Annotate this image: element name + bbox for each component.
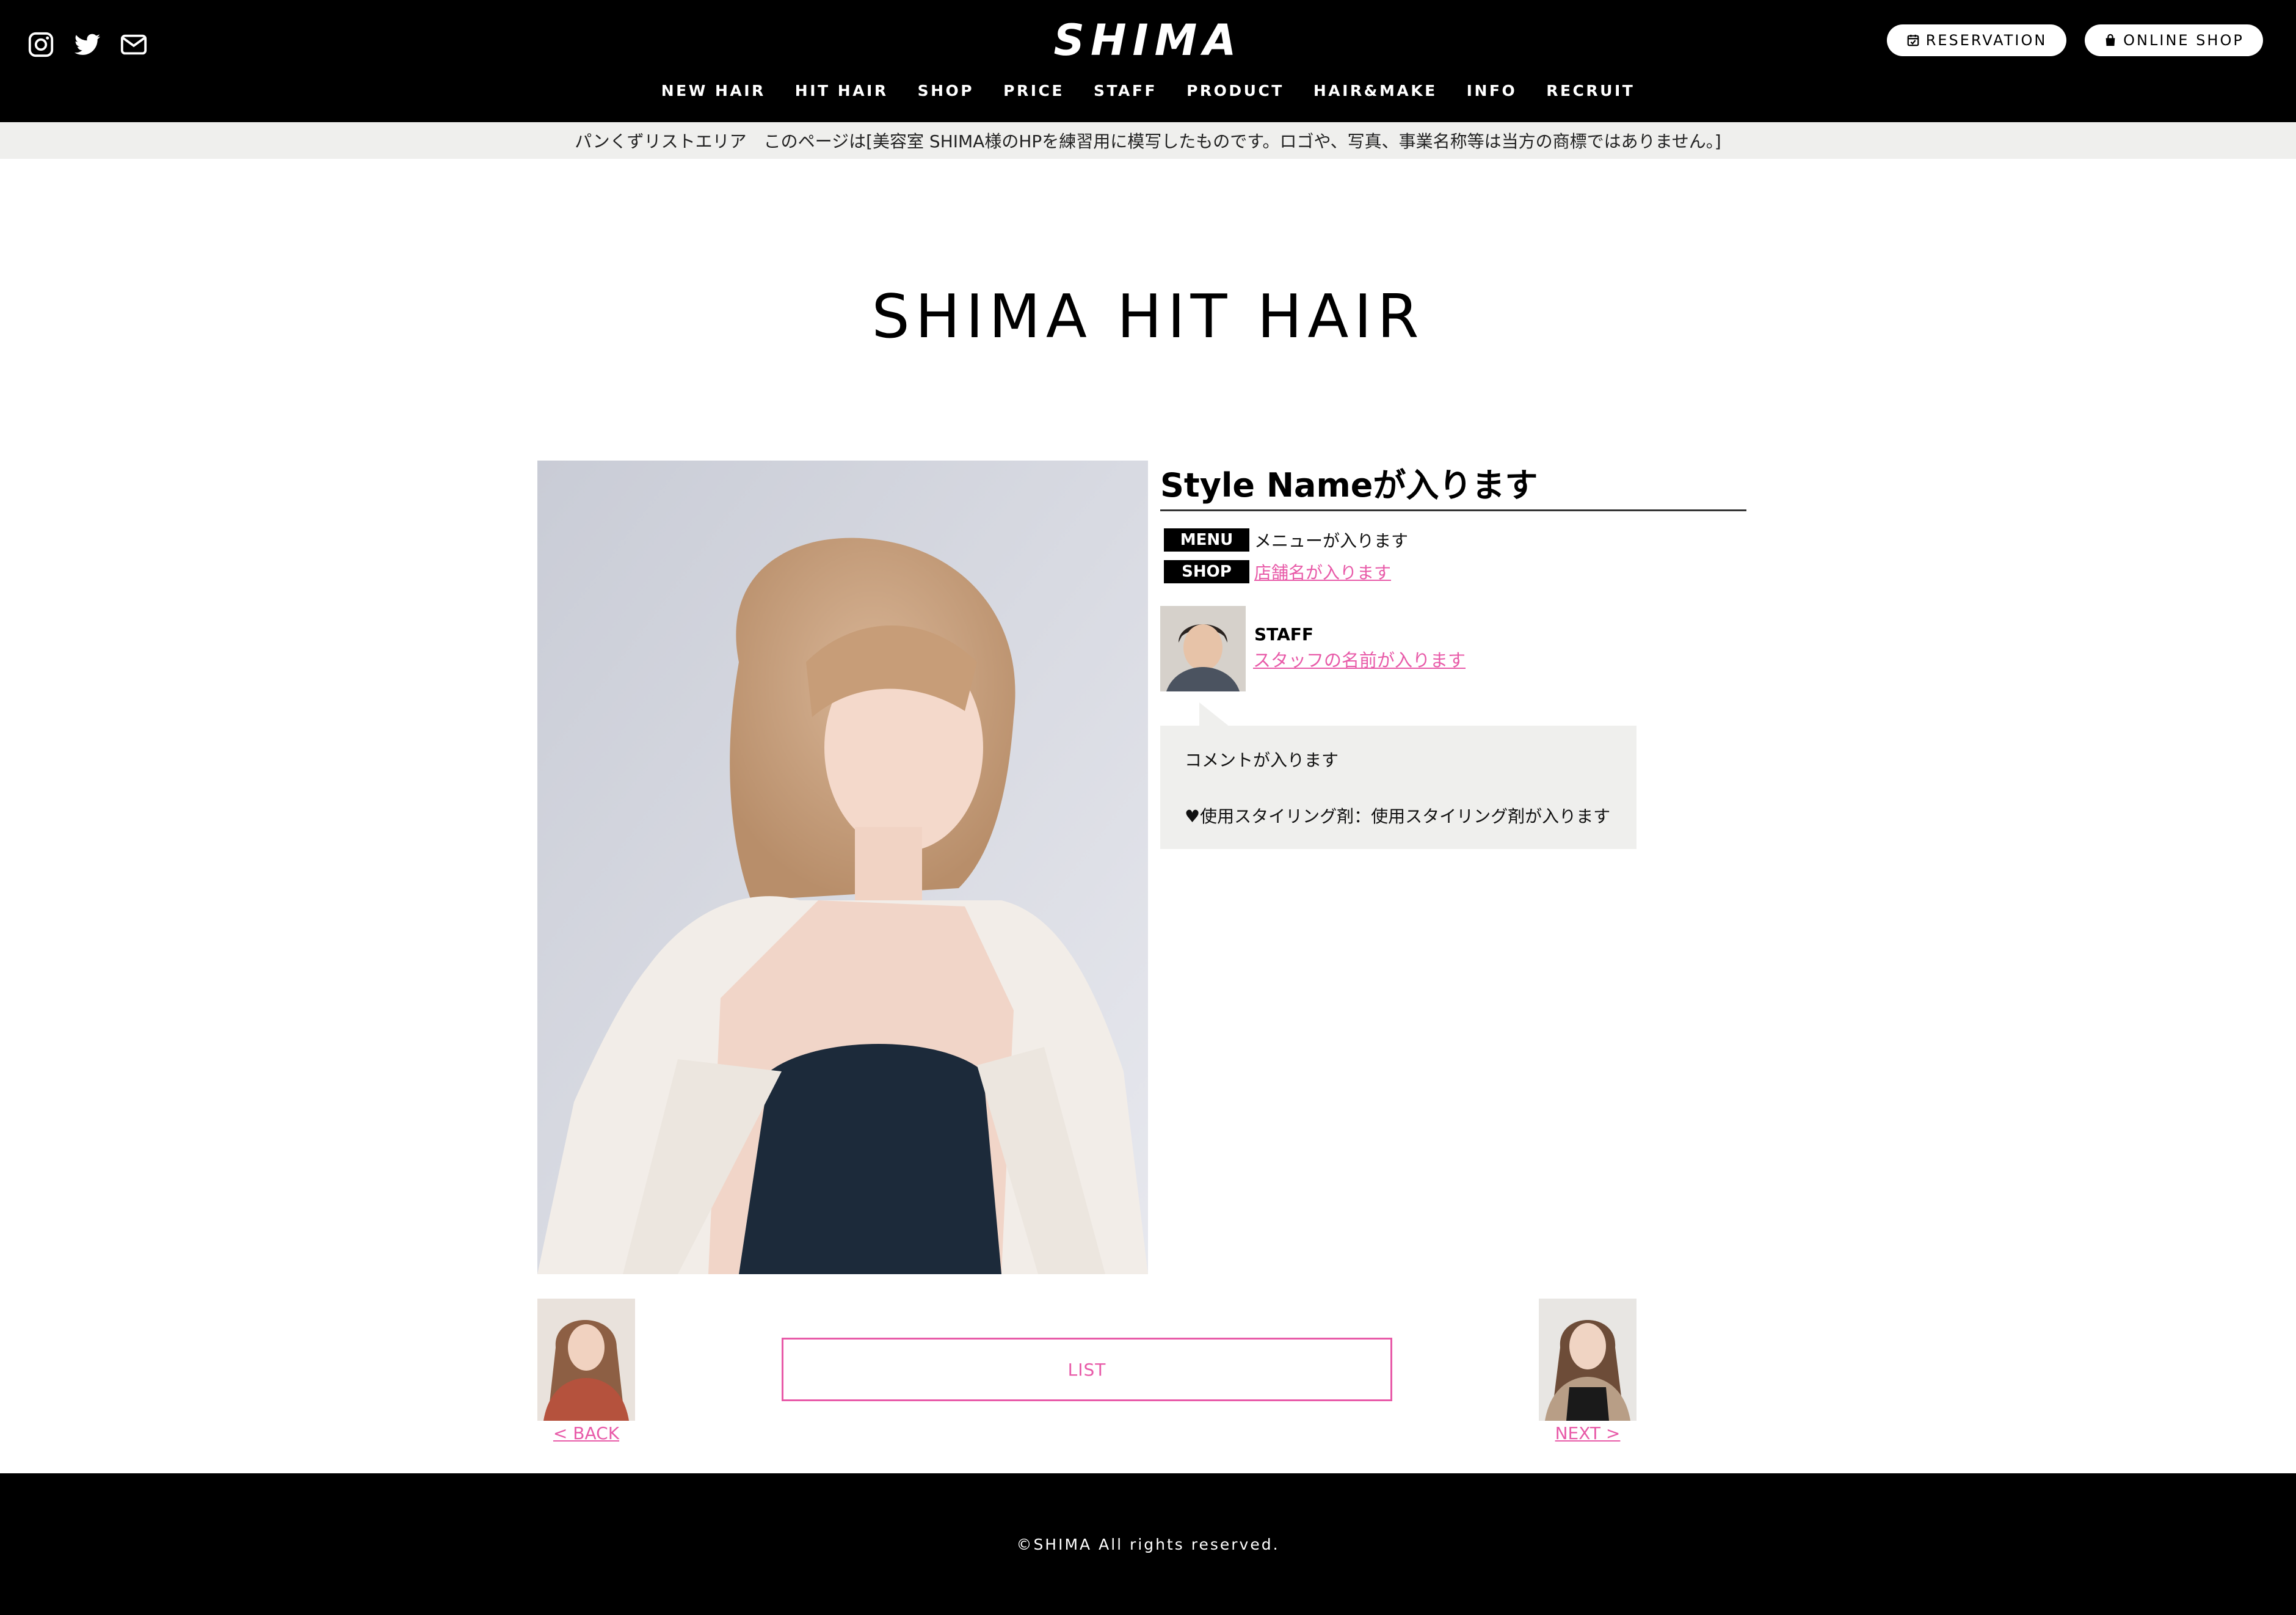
nav-item-hit-hair[interactable]: HIT HAIR: [795, 82, 888, 100]
shop-link[interactable]: 店舗名が入ります: [1254, 560, 1391, 584]
reservation-button[interactable]: RESERVATION: [1887, 24, 2066, 56]
style-name: Style Nameが入ります: [1160, 466, 1538, 505]
breadcrumb: パンくずリストエリア このページは[美容室 SHIMA様のHPを練習用に模写した…: [0, 122, 2296, 159]
nav-item-staff[interactable]: STAFF: [1094, 82, 1157, 100]
staff-name-link[interactable]: スタッフの名前が入ります: [1253, 646, 1466, 672]
nav-item-price[interactable]: PRICE: [1003, 82, 1064, 100]
comment-bubble-arrow: [1199, 702, 1230, 727]
page-title: SHIMA HIT HAIR: [871, 282, 1425, 352]
comment-text: コメントが入ります: [1185, 750, 1339, 770]
staff-label: STAFF: [1254, 624, 1314, 644]
back-link[interactable]: < BACK: [537, 1423, 635, 1443]
site-footer: ©SHIMA All rights reserved.: [0, 1473, 2296, 1615]
comment-bubble: コメントが入ります ♥使用スタイリング剤：使用スタイリング剤が入ります: [1160, 726, 1637, 849]
main-style-photo: [537, 461, 1148, 1274]
shopping-bag-icon: [2105, 34, 2115, 46]
online-shop-label: ONLINE SHOP: [2123, 32, 2244, 49]
menu-row: MENU メニューが入ります: [1164, 528, 1408, 552]
twitter-icon[interactable]: [73, 31, 101, 59]
nav-item-new-hair[interactable]: NEW HAIR: [661, 82, 766, 100]
online-shop-button[interactable]: ONLINE SHOP: [2085, 24, 2263, 56]
copyright: ©SHIMA All rights reserved.: [1016, 1535, 1280, 1553]
list-button[interactable]: LIST: [782, 1338, 1392, 1401]
menu-value: メニューが入ります: [1254, 531, 1409, 551]
shop-row: SHOP 店舗名が入ります: [1164, 560, 1391, 584]
site-header: SHIMA RESERVATION ONLINE SHOP NEW HAIR H…: [0, 0, 2296, 122]
calendar-check-icon: [1907, 34, 1919, 46]
nav-item-product[interactable]: PRODUCT: [1186, 82, 1284, 100]
social-links: [27, 31, 148, 59]
menu-tag: MENU: [1164, 528, 1249, 552]
styling-note: ♥使用スタイリング剤：使用スタイリング剤が入ります: [1185, 806, 1611, 826]
global-nav: NEW HAIR HIT HAIR SHOP PRICE STAFF PRODU…: [0, 82, 2296, 100]
shop-tag: SHOP: [1164, 560, 1249, 583]
next-thumbnail[interactable]: [1539, 1299, 1637, 1421]
nav-item-recruit[interactable]: RECRUIT: [1546, 82, 1635, 100]
reservation-label: RESERVATION: [1925, 32, 2047, 49]
svg-text:SHIMA: SHIMA: [1054, 18, 1243, 61]
back-thumbnail[interactable]: [537, 1299, 635, 1421]
instagram-icon[interactable]: [27, 31, 55, 59]
next-link[interactable]: NEXT >: [1539, 1423, 1637, 1443]
shima-logo[interactable]: SHIMA: [1014, 18, 1282, 61]
nav-item-info[interactable]: INFO: [1467, 82, 1517, 100]
nav-item-shop[interactable]: SHOP: [918, 82, 975, 100]
mail-icon[interactable]: [120, 31, 148, 59]
staff-avatar: [1160, 606, 1246, 691]
nav-item-hair-make[interactable]: HAIR&MAKE: [1313, 82, 1437, 100]
title-divider: [1160, 509, 1746, 511]
